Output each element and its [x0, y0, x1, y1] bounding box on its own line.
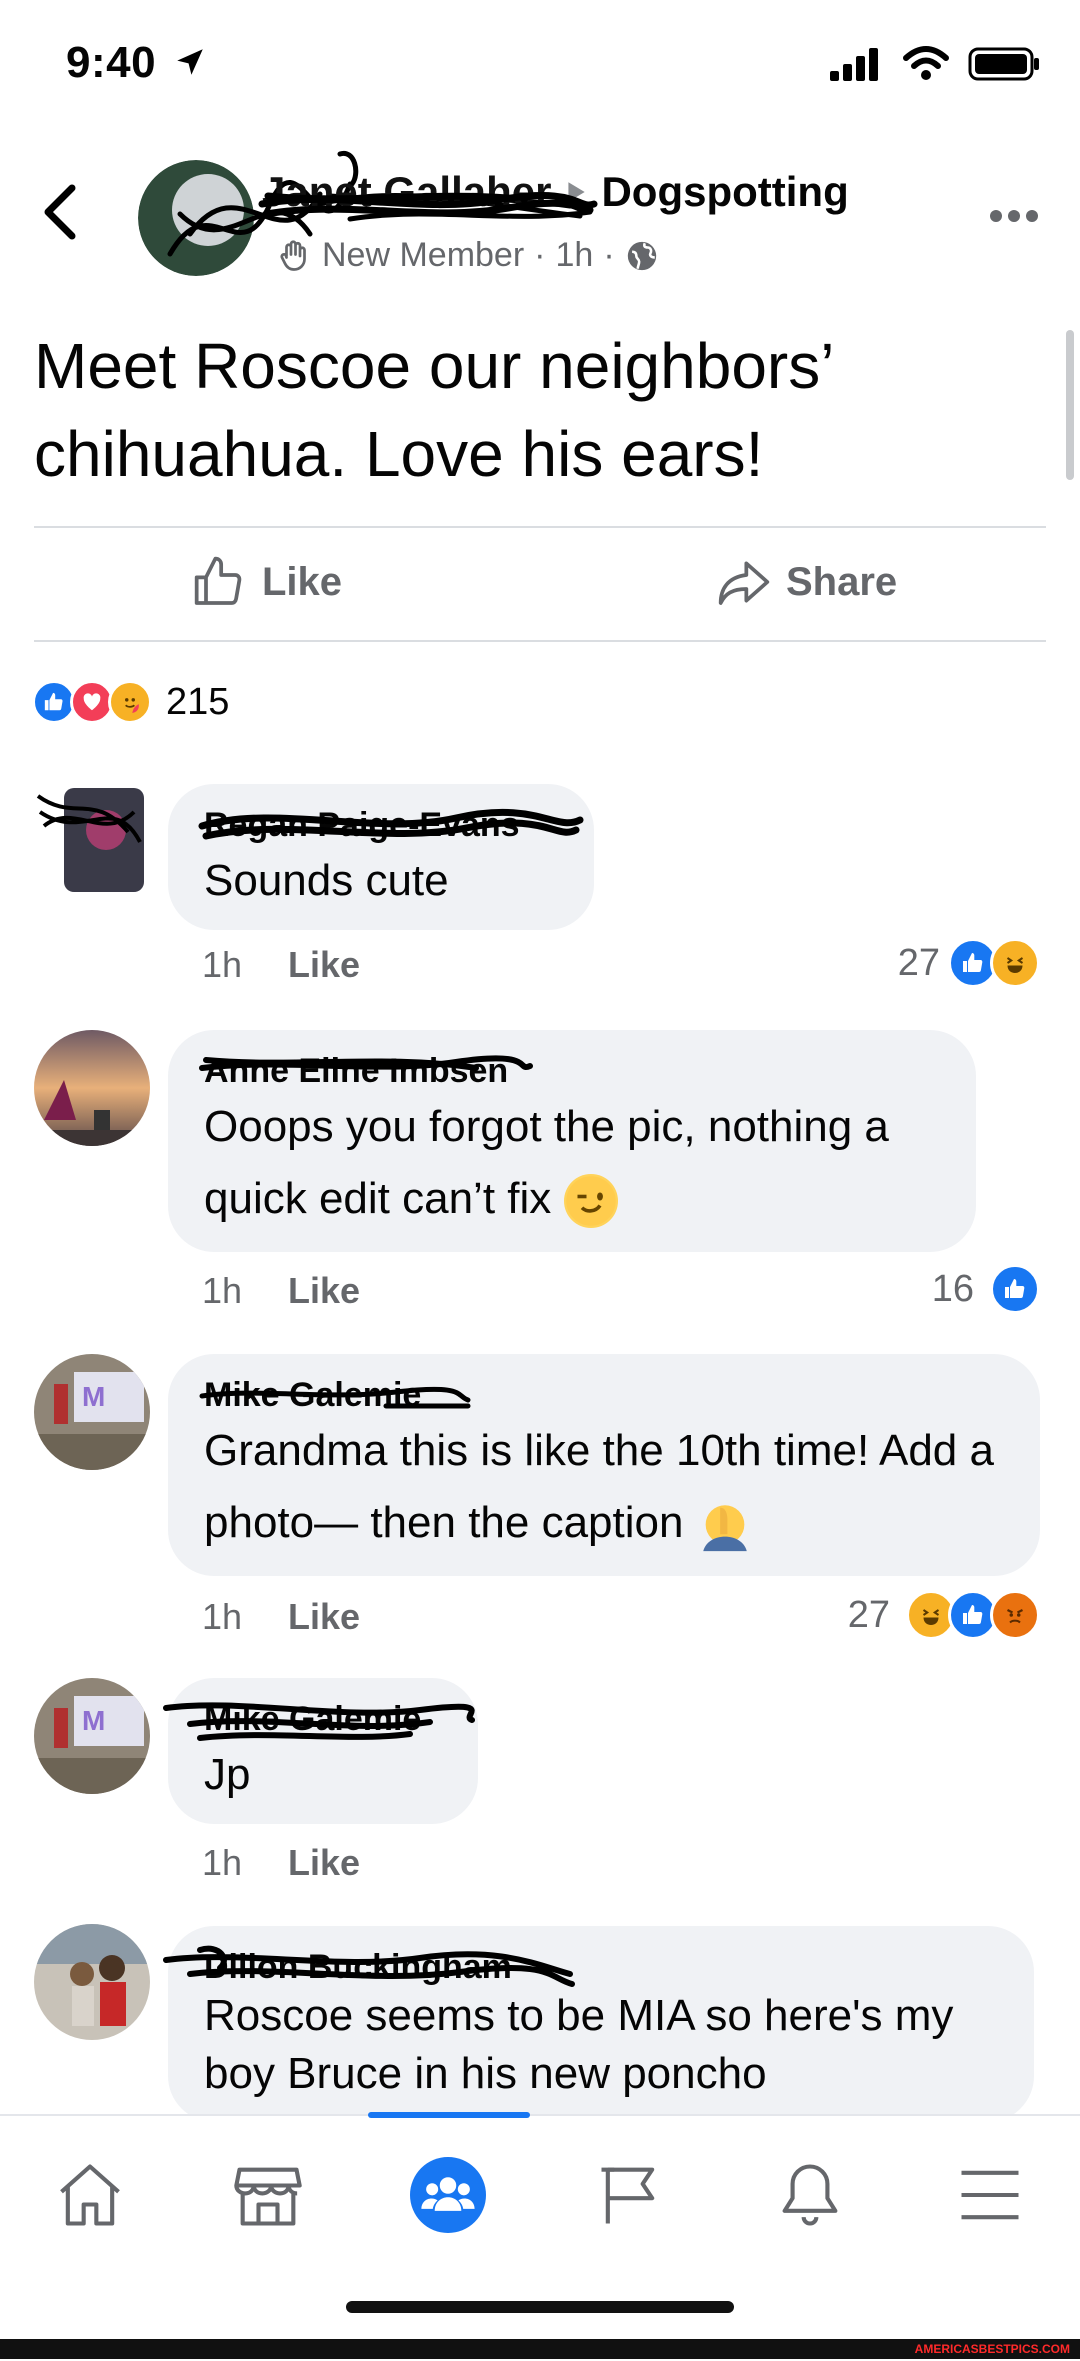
- home-icon: [60, 2164, 120, 2226]
- status-time: 9:40: [66, 38, 207, 88]
- comment-avatar[interactable]: M: [34, 1678, 150, 1794]
- menu-icon: [961, 2170, 1019, 2220]
- like-button[interactable]: Like: [192, 554, 342, 610]
- marketplace-icon: [234, 2167, 302, 2226]
- nav-marketplace[interactable]: [208, 2140, 328, 2250]
- divider-bottom: [34, 640, 1046, 642]
- nav-home[interactable]: [30, 2140, 150, 2250]
- comment-meta: 1h Like: [202, 1270, 360, 1312]
- member-badge: New Member: [322, 236, 525, 274]
- post-author-line: Janet Gallaher Dogspotting: [262, 168, 849, 216]
- back-button[interactable]: [42, 184, 78, 245]
- chevron-left-icon: [44, 184, 76, 240]
- facepalm-emoji-icon: [696, 1498, 750, 1552]
- comment-avatar[interactable]: M: [34, 1354, 150, 1470]
- comment-bubble: Anne Eline Imbsen Ooops you forgot the p…: [168, 1030, 976, 1252]
- comment-author-name[interactable]: Dillon Buckingham: [204, 1948, 512, 1987]
- globe-icon: [627, 241, 656, 270]
- reaction-count: 215: [166, 680, 230, 723]
- more-options-button[interactable]: [988, 208, 1040, 229]
- comment-like-button[interactable]: Like: [288, 1596, 360, 1638]
- comment-like-button[interactable]: Like: [288, 1842, 360, 1884]
- comment-time[interactable]: 1h: [202, 944, 242, 986]
- nav-menu[interactable]: [930, 2140, 1050, 2250]
- comment-time[interactable]: 1h: [202, 1270, 242, 1312]
- thumbs-up-outline-icon: [194, 556, 242, 605]
- comment-time[interactable]: 1h: [202, 1842, 242, 1884]
- home-indicator[interactable]: [346, 2301, 734, 2313]
- comment-meta: 1h Like: [202, 1842, 360, 1884]
- reaction-summary[interactable]: 215: [32, 680, 229, 724]
- comment-text: Roscoe seems to be MIA so here's my boy …: [204, 1991, 954, 2098]
- comment-reactions[interactable]: 27: [898, 938, 1040, 988]
- status-icons: [828, 46, 1040, 82]
- ellipsis-icon: [990, 210, 1038, 222]
- comment-meta: 1h Like: [202, 944, 360, 986]
- pages-flag-icon: [601, 2167, 655, 2224]
- comment-author-name[interactable]: Anne Eline Imbsen: [204, 1052, 508, 1091]
- comment-author-name[interactable]: Mike Galemie: [204, 1376, 421, 1415]
- comment-text: Jp: [204, 1750, 251, 1799]
- nav-pages[interactable]: [570, 2140, 690, 2250]
- comment-like-button[interactable]: Like: [288, 944, 360, 986]
- post-text: Meet Roscoe our neighbors’ chihuahua. Lo…: [34, 330, 833, 490]
- watermark-text: AMERICASBESTPICS.COM: [914, 2342, 1070, 2356]
- location-arrow-icon: [177, 49, 203, 75]
- comment-meta: 1h Like: [202, 1596, 360, 1638]
- post-time[interactable]: 1h: [556, 236, 594, 275]
- comment-bubble: Regan Paige-Evans Sounds cute: [168, 784, 594, 930]
- like-reaction-icon: [990, 1264, 1040, 1314]
- svg-text:M: M: [82, 1381, 105, 1412]
- bell-icon: [782, 2164, 838, 2226]
- comment-avatar[interactable]: [34, 1924, 150, 2040]
- care-reaction-icon: [108, 680, 152, 724]
- share-arrow-icon: [718, 561, 770, 605]
- comment-author-name[interactable]: Regan Paige-Evans: [204, 806, 520, 845]
- nav-groups[interactable]: [388, 2140, 508, 2250]
- comment-time[interactable]: 1h: [202, 1596, 242, 1638]
- post-author-name[interactable]: Janet Gallaher: [262, 168, 551, 216]
- comment-text: Grandma this is like the 10th time! Add …: [204, 1415, 1004, 1559]
- wave-hand-icon: [280, 239, 306, 271]
- nav-notifications[interactable]: [750, 2140, 870, 2250]
- comment-text: Sounds cute: [204, 856, 449, 905]
- nav-active-indicator: [368, 2112, 530, 2118]
- wifi-icon: [903, 46, 949, 80]
- battery-icon: [968, 47, 1039, 81]
- cellular-signal-icon: [830, 48, 878, 81]
- groups-icon: [410, 2157, 486, 2233]
- comment-bubble: Mike Galemie Jp: [168, 1678, 478, 1824]
- laugh-reaction-icon: [990, 938, 1040, 988]
- comment-reactions[interactable]: 16: [932, 1264, 1040, 1314]
- share-button[interactable]: Share: [716, 554, 897, 610]
- comment-author-name[interactable]: Mike Galemie: [204, 1700, 421, 1739]
- wink-emoji-icon: [563, 1174, 618, 1229]
- bottom-nav-bar: [0, 2114, 1080, 2361]
- group-name[interactable]: Dogspotting: [601, 168, 848, 216]
- comment-bubble: Dillon Buckingham Roscoe seems to be MIA…: [168, 1926, 1034, 2122]
- post-author-avatar[interactable]: [138, 160, 254, 276]
- comment-text: Ooops you forgot the pic, nothing a quic…: [204, 1091, 940, 1235]
- svg-text:M: M: [82, 1705, 105, 1736]
- comment-bubble: Mike Galemie Grandma this is like the 10…: [168, 1354, 1040, 1576]
- divider-top: [34, 526, 1046, 528]
- comment-avatar[interactable]: [34, 1030, 150, 1146]
- scrollbar[interactable]: [1066, 330, 1074, 480]
- comment-reactions[interactable]: 27: [848, 1590, 1040, 1640]
- angry-reaction-icon: [990, 1590, 1040, 1640]
- comment-like-button[interactable]: Like: [288, 1270, 360, 1312]
- triangle-right-icon: [568, 182, 586, 202]
- post-meta: New Member · 1h ·: [276, 236, 659, 275]
- comment-avatar[interactable]: [34, 782, 150, 898]
